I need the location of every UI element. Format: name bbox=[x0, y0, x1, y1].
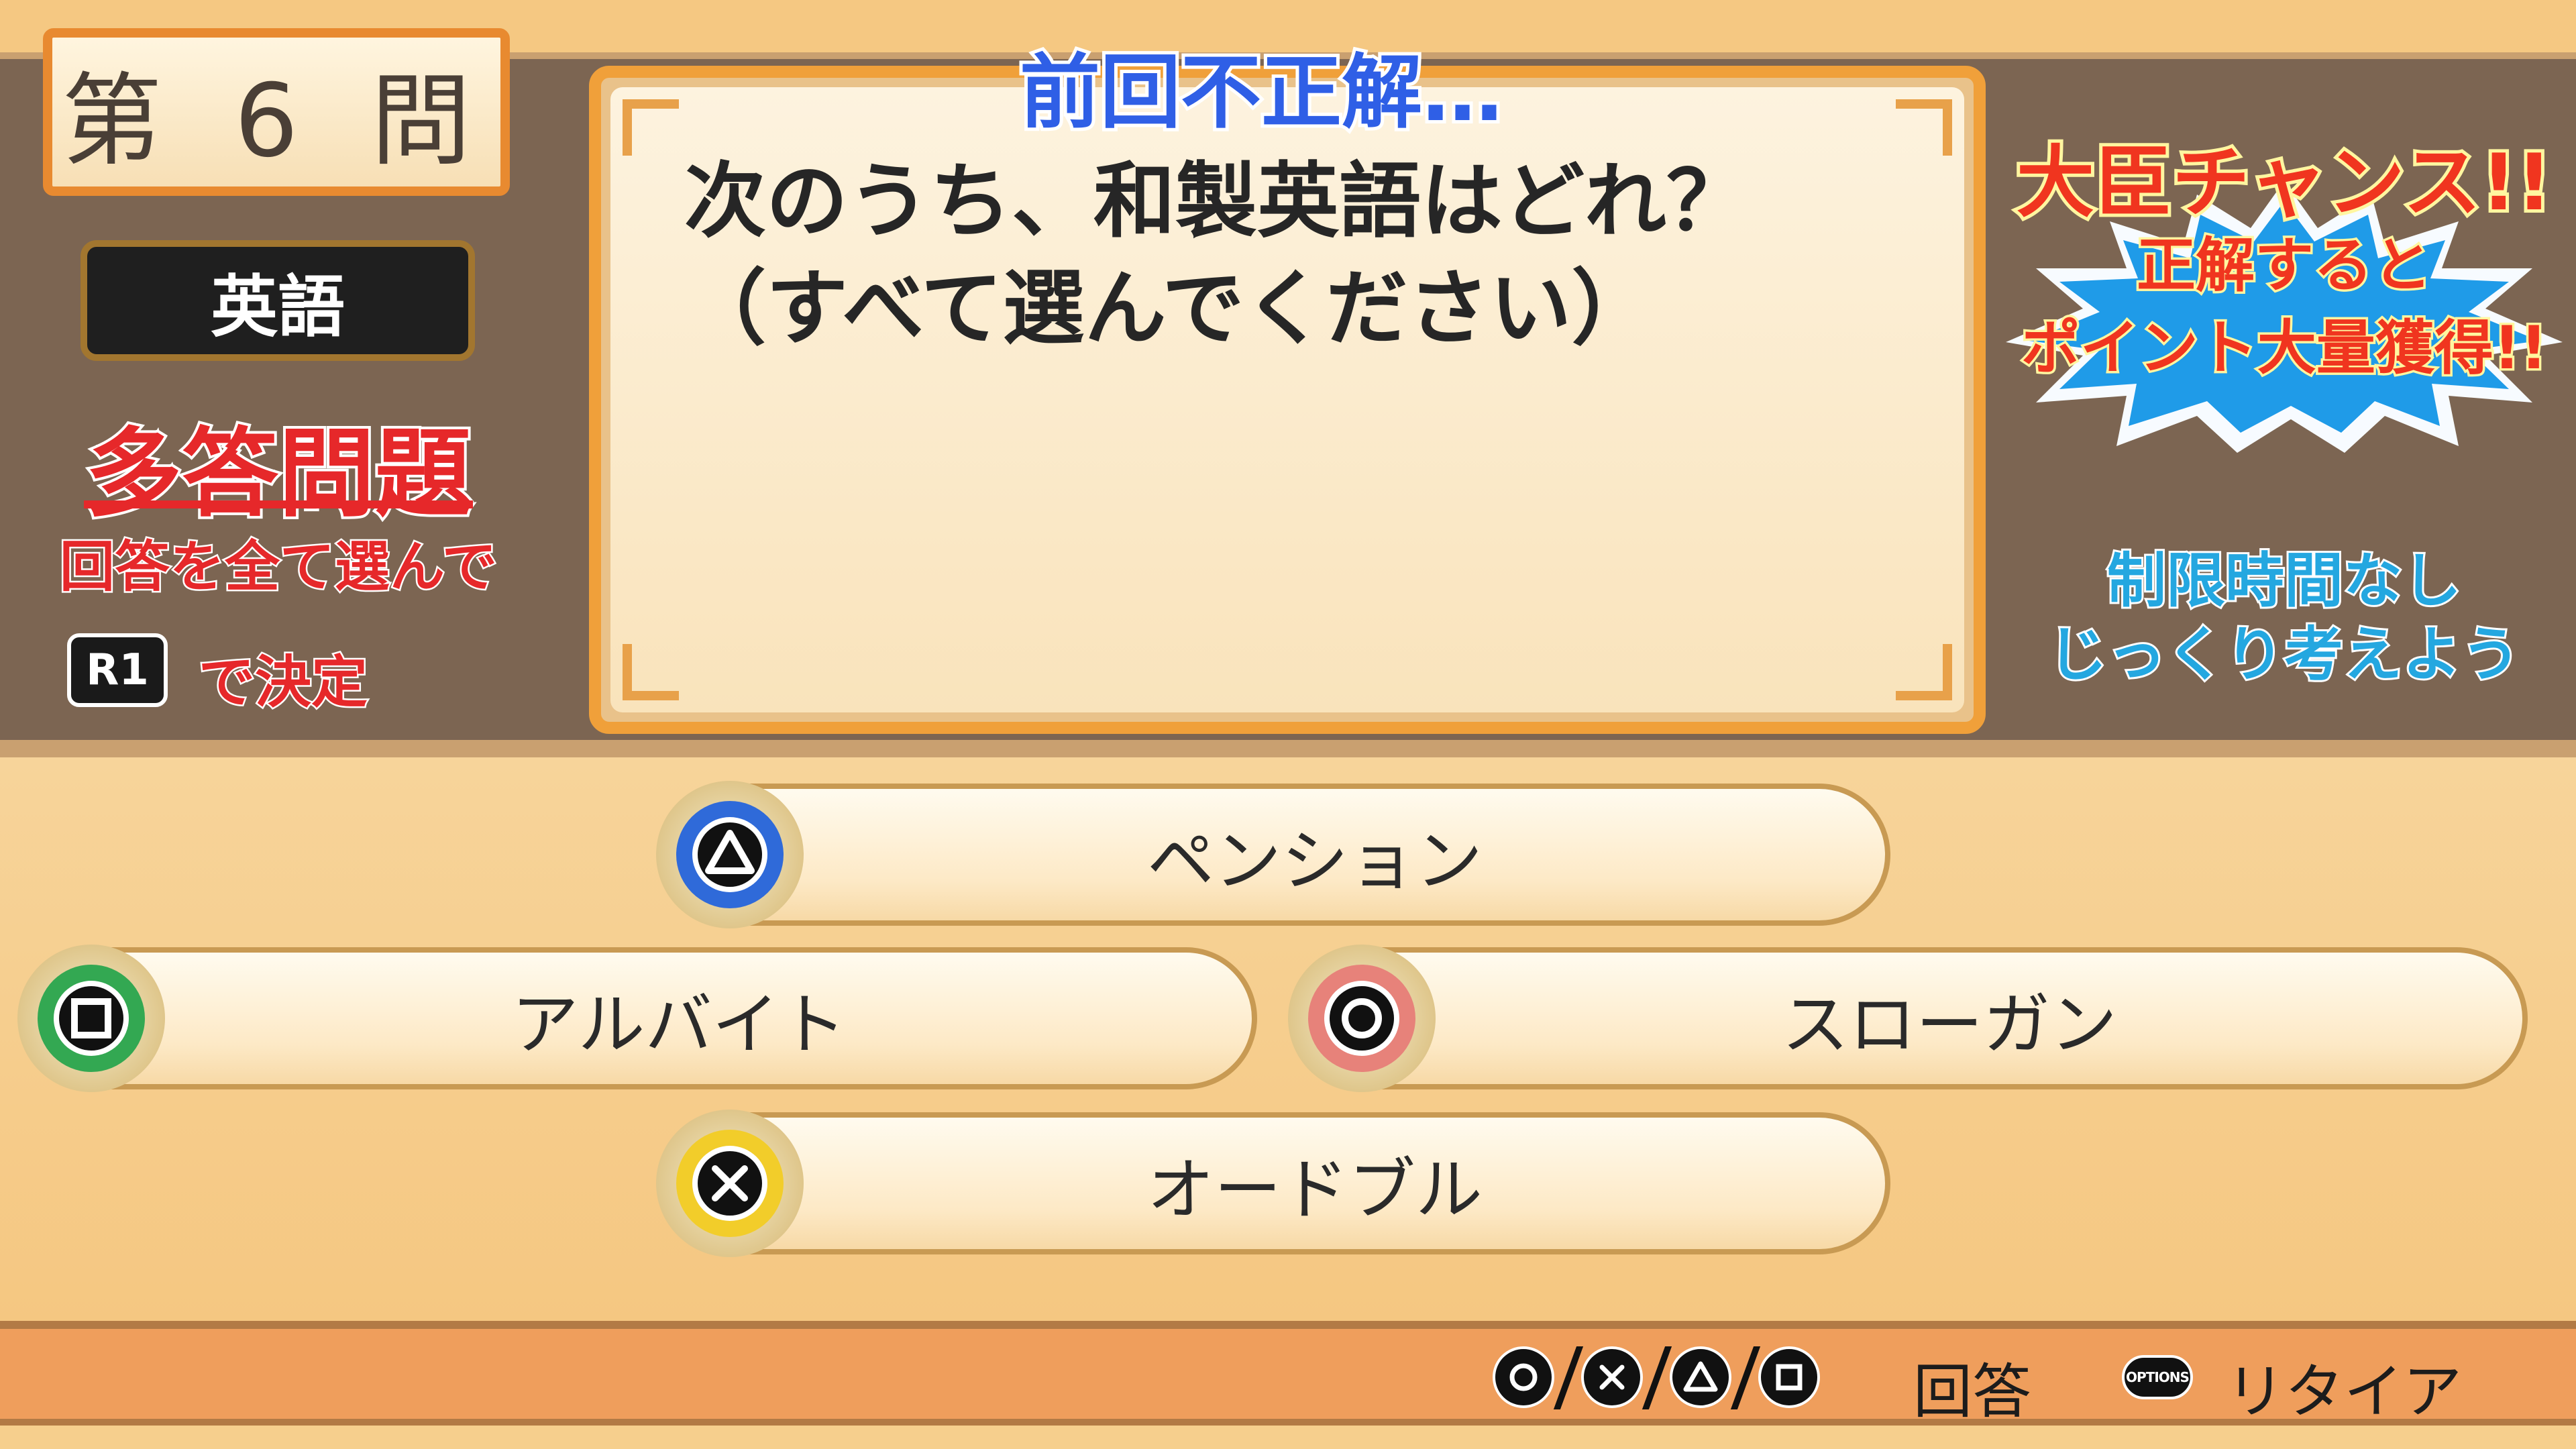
multi-answer-underline bbox=[84, 500, 473, 508]
r1-button-icon: R1 bbox=[67, 633, 168, 707]
previous-result: 前回不正解… bbox=[1016, 43, 1506, 143]
triangle-button-icon bbox=[656, 781, 804, 928]
corner-bracket-bottom-right bbox=[1896, 644, 1952, 700]
r1-button-label: R1 bbox=[86, 645, 149, 695]
answer-label-cross: オードブル bbox=[1147, 1150, 1483, 1229]
question-number-plate: 第 6 問 bbox=[43, 28, 510, 196]
question-number: 第 6 問 bbox=[61, 62, 492, 180]
slash-divider bbox=[1643, 1344, 1670, 1411]
options-button-icon[interactable]: OPTIONS bbox=[2122, 1355, 2193, 1399]
cross-button-icon bbox=[1581, 1346, 1643, 1408]
question-box: 次のうち、和製英語はどれ？（すべて選んでください） bbox=[589, 66, 1986, 734]
cross-button-icon bbox=[656, 1110, 804, 1257]
minister-chance-line1: 正解すると bbox=[2134, 229, 2434, 303]
answer-label-triangle: ペンション bbox=[1147, 821, 1483, 900]
question-box-inner: 次のうち、和製英語はどれ？（すべて選んでください） bbox=[610, 87, 1964, 712]
triangle-button-icon bbox=[1670, 1346, 1731, 1408]
corner-bracket-top-left bbox=[623, 99, 679, 156]
answer-hint-label: 回答 bbox=[1913, 1357, 2032, 1426]
answer-option-cross[interactable]: オードブル bbox=[656, 1110, 1890, 1257]
footer-border bbox=[0, 1321, 2576, 1329]
subject-label: 英語 bbox=[211, 267, 345, 346]
slash-divider bbox=[1554, 1344, 1581, 1411]
question-text: 次のうち、和製英語はどれ？（すべて選んでください） bbox=[684, 154, 1748, 356]
square-button-icon bbox=[17, 945, 165, 1092]
answer-option-square[interactable]: アルバイト bbox=[17, 945, 1257, 1092]
panel-separator bbox=[0, 740, 2576, 757]
circle-button-icon bbox=[1288, 945, 1436, 1092]
answer-label-square: アルバイト bbox=[511, 985, 847, 1064]
retire-hint-label: リタイア bbox=[2226, 1357, 2463, 1426]
square-button-icon bbox=[1758, 1346, 1820, 1408]
time-limit-line1: 制限時間なし bbox=[2105, 544, 2463, 617]
answer-label-circle: スローガン bbox=[1782, 985, 2117, 1064]
footer-bottom-strip bbox=[0, 1419, 2576, 1449]
multi-answer-instruction: 回答を全て選んで bbox=[58, 534, 499, 601]
subject-badge: 英語 bbox=[80, 240, 475, 361]
slash-divider bbox=[1731, 1344, 1758, 1411]
answer-button-icons bbox=[1493, 1344, 1820, 1411]
answer-option-triangle[interactable]: ペンション bbox=[656, 781, 1890, 928]
options-button-label: OPTIONS bbox=[2126, 1369, 2190, 1385]
confirm-instruction: で決定 bbox=[197, 648, 369, 717]
minister-chance-line2: ポイント大量獲得!! bbox=[2019, 311, 2549, 385]
minister-chance-title: 大臣チャンス!! bbox=[2013, 134, 2555, 231]
multi-answer-title: 多答問題 bbox=[83, 415, 474, 533]
corner-bracket-bottom-left bbox=[623, 644, 679, 700]
time-limit-line2: じっくり考えよう bbox=[2046, 618, 2522, 691]
circle-button-icon bbox=[1493, 1346, 1554, 1408]
answer-option-circle[interactable]: スローガン bbox=[1288, 945, 2528, 1092]
